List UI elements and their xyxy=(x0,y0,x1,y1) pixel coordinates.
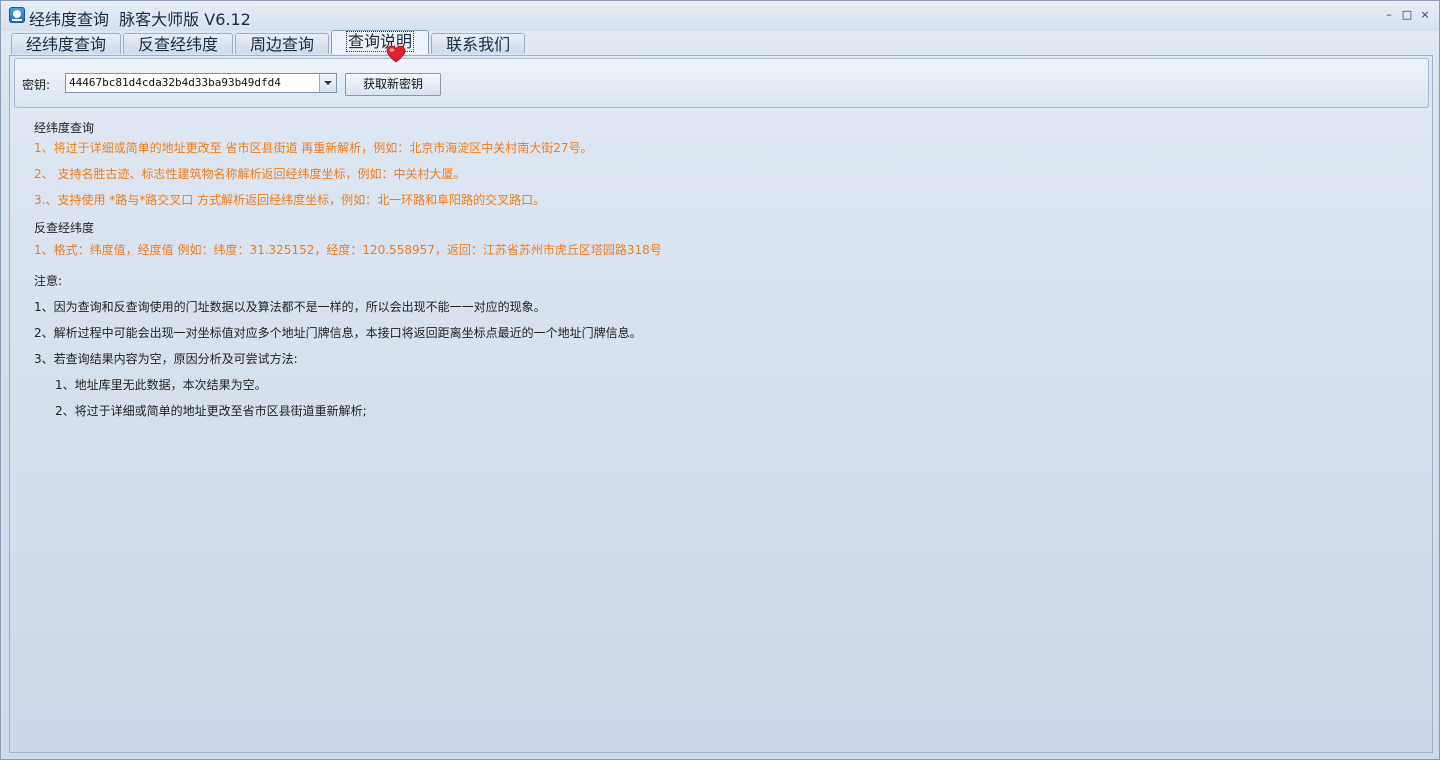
list-item: 2、将过于详细或简单的地址更改至省市区县街道重新解析; xyxy=(55,404,367,418)
app-logo-icon xyxy=(9,7,25,23)
title-bar[interactable]: 经纬度查询 脉客大师版 V6.12 – □ × xyxy=(1,1,1439,31)
tab-geocode[interactable]: 经纬度查询 xyxy=(11,33,122,54)
section-title-reverse: 反查经纬度 xyxy=(34,221,95,235)
list-item: 1、格式：纬度值，经度值 例如：纬度：31.325152，经度：120.5589… xyxy=(34,243,662,257)
tab-nearby-search[interactable]: 周边查询 xyxy=(235,33,330,54)
tab-reverse-geocode[interactable]: 反查经纬度 xyxy=(123,33,234,54)
key-group: 密钥: 44467bc81d4cda32b4d33ba93b49dfd4 获取新… xyxy=(14,58,1429,108)
tab-contact[interactable]: 联系我们 xyxy=(431,33,526,54)
window-title: 经纬度查询 脉客大师版 V6.12 xyxy=(29,10,251,29)
tab-bar: 经纬度查询 反查经纬度 周边查询 查询说明 联系我们 xyxy=(11,30,527,55)
close-icon[interactable]: × xyxy=(1419,9,1431,21)
tab-help[interactable]: 查询说明 xyxy=(331,30,430,54)
key-label: 密钥: xyxy=(22,78,51,92)
get-new-key-button[interactable]: 获取新密钥 xyxy=(345,73,441,96)
tab-label: 周边查询 xyxy=(250,35,315,54)
key-value: 44467bc81d4cda32b4d33ba93b49dfd4 xyxy=(69,76,281,89)
list-item: 2、解析过程中可能会出现一对坐标值对应多个地址门牌信息，本接口将返回距离坐标点最… xyxy=(34,326,642,340)
list-item: 3、若查询结果内容为空，原因分析及可尝试方法: xyxy=(34,352,298,366)
list-item: 2、 支持名胜古迹、标志性建筑物名称解析返回经纬度坐标，例如：中关村大厦。 xyxy=(34,167,466,181)
tab-label: 经纬度查询 xyxy=(26,35,107,54)
notes-title: 注意: xyxy=(34,274,63,288)
heart-icon xyxy=(386,45,406,63)
app-window: 经纬度查询 脉客大师版 V6.12 – □ × 经纬度查询 反查经纬度 周边查询… xyxy=(0,0,1440,760)
maximize-icon[interactable]: □ xyxy=(1401,9,1413,21)
key-combobox[interactable]: 44467bc81d4cda32b4d33ba93b49dfd4 xyxy=(65,73,337,93)
list-item: 1、地址库里无此数据，本次结果为空。 xyxy=(55,378,267,392)
list-item: 1、将过于详细或简单的地址更改至 省市区县街道 再重新解析，例如：北京市海淀区中… xyxy=(34,141,593,155)
chevron-down-icon[interactable] xyxy=(319,74,336,92)
tab-label: 反查经纬度 xyxy=(138,35,219,54)
window-controls: – □ × xyxy=(1383,9,1431,21)
list-item: 3.、支持使用 *路与*路交叉口 方式解析返回经纬度坐标，例如：北一环路和阜阳路… xyxy=(34,193,546,207)
minimize-icon[interactable]: – xyxy=(1383,9,1395,21)
list-item: 1、因为查询和反查询使用的门址数据以及算法都不是一样的，所以会出现不能一一对应的… xyxy=(34,300,546,314)
tab-label: 联系我们 xyxy=(446,35,511,54)
section-title-geocode: 经纬度查询 xyxy=(34,121,95,135)
